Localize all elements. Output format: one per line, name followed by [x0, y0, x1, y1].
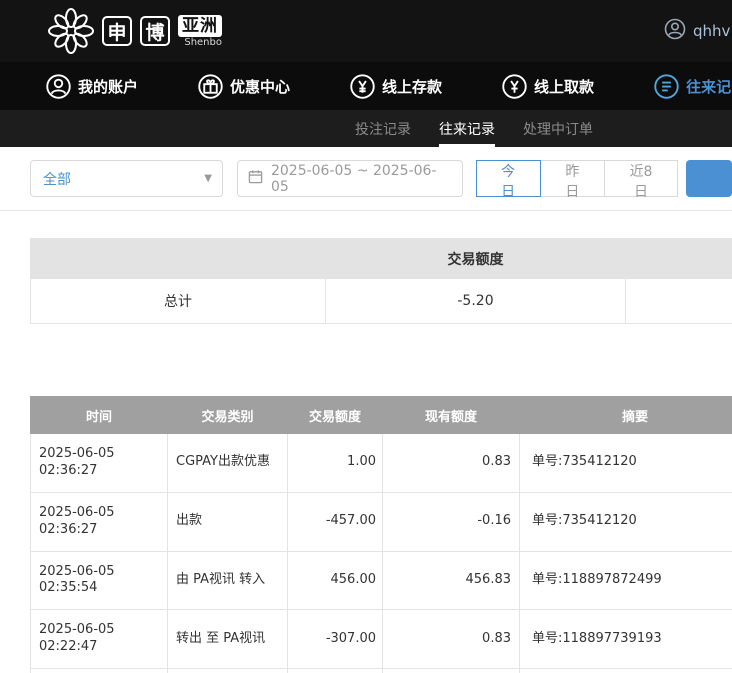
summary-total-row: 总计 -5.20 — [31, 279, 732, 324]
brand-subtitle: Shenbo — [184, 38, 222, 48]
nav-item-label: 我的账户 — [78, 76, 138, 97]
site-logo[interactable]: 申 博 亚洲 Shenbo — [48, 8, 222, 54]
nav-item-my-account[interactable]: 我的账户 — [46, 74, 138, 99]
nav-item-promotions[interactable]: 优惠中心 — [198, 74, 290, 99]
deposit-coin-icon — [350, 74, 375, 99]
table-cell: 2025-06-05 02:35:54 — [31, 551, 168, 610]
table-cell: 单号:735412120 — [520, 434, 732, 493]
filter-bar: 全部 ▼ 2025-06-05 ~ 2025-06-05 今日 昨日 近8日 — [30, 160, 732, 197]
records-column-header: 交易额度 — [288, 397, 383, 434]
table-cell: 307.83 — [383, 669, 520, 673]
brand-right: 亚洲 Shenbo — [178, 15, 222, 48]
table-cell: 2025-06-05 02:36:27 — [31, 434, 168, 493]
main-nav: 我的账户 优惠中心 线上存款 线上取款 — [0, 62, 732, 110]
username-label: qhhv — [693, 22, 730, 40]
table-cell: 出款 — [168, 492, 288, 551]
summary-header-empty — [626, 239, 732, 279]
chevron-down-icon: ▼ — [204, 173, 212, 184]
records-column-header: 摘要 — [520, 397, 732, 434]
user-avatar-icon — [664, 18, 686, 44]
summary-total-label: 总计 — [31, 279, 326, 324]
gift-icon — [198, 74, 223, 99]
nav-item-label: 往来记录 — [686, 76, 732, 97]
type-select[interactable]: 全部 ▼ — [30, 160, 223, 197]
withdraw-coin-icon — [502, 74, 527, 99]
table-row: 2025-06-05 02:36:27出款-457.00-0.16单号:7354… — [31, 492, 732, 551]
nav-item-label: 线上存款 — [382, 76, 442, 97]
user-account-area[interactable]: qhhv — [664, 0, 730, 62]
nav-item-withdraw[interactable]: 线上取款 — [502, 74, 594, 99]
table-cell: 由 PA视讯 转入 — [168, 551, 288, 610]
nav-item-label: 线上取款 — [534, 76, 594, 97]
records-column-header: 交易类别 — [168, 397, 288, 434]
table-cell: 0.83 — [383, 610, 520, 669]
records-body: 2025-06-05 02:36:27CGPAY出款优惠1.000.83单号:7… — [31, 434, 732, 673]
summary-header-empty — [31, 239, 326, 279]
table-row: 2025-06-05 02:22:00CGPAY-CG钱包支付笔笔送优惠1.80… — [31, 669, 732, 673]
table-cell: 0.83 — [383, 434, 520, 493]
lotus-logo-icon — [48, 8, 94, 54]
table-row: 2025-06-05 02:36:27CGPAY出款优惠1.000.83单号:7… — [31, 434, 732, 493]
table-cell: CGPAY-CG钱包支付笔笔送优惠 — [168, 669, 288, 673]
nav-item-label: 优惠中心 — [230, 76, 290, 97]
table-cell: 1.80 — [288, 669, 383, 673]
table-cell: -457.00 — [288, 492, 383, 551]
records-header-row: 时间交易类别交易额度现有额度摘要 — [31, 397, 732, 434]
type-select-value: 全部 — [43, 169, 71, 189]
nav-item-transaction-records[interactable]: 往来记录 — [654, 74, 732, 99]
table-cell: 2025-06-05 02:22:47 — [31, 610, 168, 669]
table-cell: 单号:202506053978079204 — [520, 669, 732, 673]
range-button-group: 今日 昨日 近8日 — [477, 160, 678, 197]
summary-amount-header: 交易额度 — [326, 239, 626, 279]
table-cell: 1.00 — [288, 434, 383, 493]
tab-processing-orders[interactable]: 处理中订单 — [523, 110, 593, 147]
table-cell: 456.00 — [288, 551, 383, 610]
records-icon — [654, 74, 679, 99]
records-table: 时间交易类别交易额度现有额度摘要 2025-06-05 02:36:27CGPA… — [30, 396, 732, 673]
tab-betting-records[interactable]: 投注记录 — [355, 110, 411, 147]
last-8-days-button[interactable]: 近8日 — [604, 160, 678, 197]
summary-total-value: -5.20 — [326, 279, 626, 324]
brand-char-bo: 博 — [140, 16, 170, 46]
table-cell: -0.16 — [383, 492, 520, 551]
records-column-header: 现有额度 — [383, 397, 520, 434]
table-cell: -307.00 — [288, 610, 383, 669]
calendar-icon — [248, 169, 263, 188]
table-row: 2025-06-05 02:35:54由 PA视讯 转入456.00456.83… — [31, 551, 732, 610]
table-cell: 转出 至 PA视讯 — [168, 610, 288, 669]
tab-label: 往来记录 — [439, 119, 495, 139]
table-cell: 单号:118897739193 — [520, 610, 732, 669]
nav-item-deposit[interactable]: 线上存款 — [350, 74, 442, 99]
date-range-input[interactable]: 2025-06-05 ~ 2025-06-05 — [237, 160, 463, 197]
table-cell: CGPAY出款优惠 — [168, 434, 288, 493]
search-button[interactable] — [686, 160, 732, 197]
brand-char-shen: 申 — [102, 16, 132, 46]
tab-label: 投注记录 — [355, 119, 411, 139]
tab-transaction-records[interactable]: 往来记录 — [439, 110, 495, 147]
table-cell: 2025-06-05 02:36:27 — [31, 492, 168, 551]
today-button[interactable]: 今日 — [476, 160, 541, 197]
table-cell: 单号:118897872499 — [520, 551, 732, 610]
records-column-header: 时间 — [31, 397, 168, 434]
divider — [0, 210, 732, 211]
sub-nav: 投注记录 往来记录 处理中订单 — [0, 110, 732, 147]
summary-table: 交易额度 总计 -5.20 — [30, 238, 732, 324]
tab-label: 处理中订单 — [523, 119, 593, 139]
top-header: 申 博 亚洲 Shenbo qhhv — [0, 0, 732, 62]
table-row: 2025-06-05 02:22:47转出 至 PA视讯-307.000.83单… — [31, 610, 732, 669]
date-range-value: 2025-06-05 ~ 2025-06-05 — [271, 163, 452, 195]
brand-region-label: 亚洲 — [178, 15, 222, 37]
yesterday-button[interactable]: 昨日 — [540, 160, 605, 197]
summary-empty-cell — [626, 279, 732, 324]
table-cell: 456.83 — [383, 551, 520, 610]
table-cell: 2025-06-05 02:22:00 — [31, 669, 168, 673]
table-cell: 单号:735412120 — [520, 492, 732, 551]
summary-header-row: 交易额度 — [31, 239, 732, 279]
user-icon — [46, 74, 71, 99]
